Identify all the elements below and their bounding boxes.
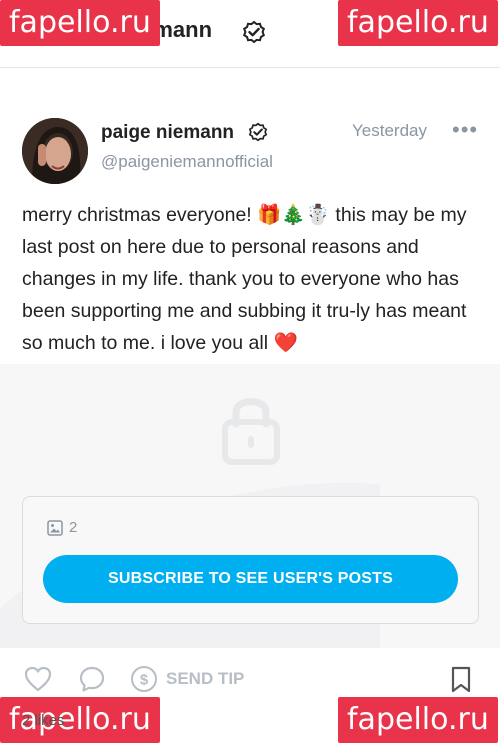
verified-icon (248, 122, 268, 142)
post-timestamp[interactable]: Yesterday (352, 121, 427, 141)
avatar[interactable] (22, 118, 88, 184)
bookmark-icon[interactable] (450, 666, 472, 694)
verified-icon (242, 20, 266, 44)
comment-icon[interactable] (78, 665, 106, 693)
send-tip-button[interactable]: SEND TIP (166, 669, 244, 689)
lock-icon (222, 398, 280, 465)
more-options-icon[interactable]: ••• (452, 117, 478, 143)
media-count: 2 (47, 519, 77, 536)
post-text: merry christmas everyone! 🎁🎄☃️ this may … (22, 204, 467, 354)
likes-count[interactable]: 2 likes (22, 712, 65, 729)
subscribe-box: 2 SUBSCRIBE TO SEE USER'S POSTS (22, 496, 479, 624)
watermark-top-right: fapello.ru (338, 0, 498, 46)
subscribe-button[interactable]: SUBSCRIBE TO SEE USER'S POSTS (43, 555, 458, 603)
watermark-bottom-right: fapello.ru (338, 697, 498, 743)
media-count-value: 2 (69, 519, 78, 536)
author-handle[interactable]: @paigeniemannofficial (101, 152, 273, 172)
action-bar: $ SEND TIP (0, 660, 500, 700)
image-icon (47, 519, 63, 536)
watermark-top-left: fapello.ru (0, 0, 160, 46)
dollar-icon[interactable]: $ (130, 665, 158, 693)
locked-media: 2 SUBSCRIBE TO SEE USER'S POSTS (0, 364, 500, 648)
heart-icon[interactable] (24, 666, 52, 692)
svg-text:$: $ (140, 672, 149, 689)
author-name[interactable]: paige niemann (101, 122, 234, 144)
